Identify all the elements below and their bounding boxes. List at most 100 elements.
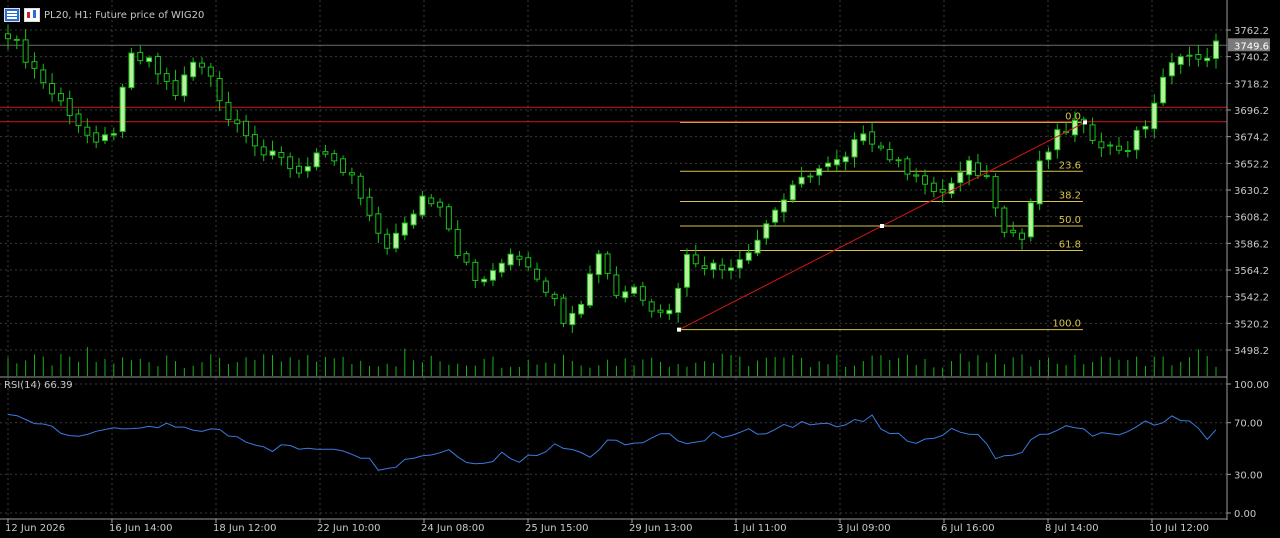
candle-bear <box>243 120 250 137</box>
candle-bear <box>534 268 541 280</box>
candle-bear <box>445 206 452 230</box>
candle-bear <box>375 213 382 234</box>
price-tick-label: 3718.2 <box>1234 79 1269 90</box>
candle-bear <box>886 149 893 161</box>
candle-bull <box>745 252 752 261</box>
candle-bull <box>586 273 593 306</box>
candle-bear <box>22 39 29 63</box>
price-tick-label: 3696.2 <box>1234 106 1269 117</box>
candle-bull <box>392 232 399 249</box>
candle-bull <box>498 262 505 273</box>
candle-bull <box>1168 62 1175 77</box>
candle-bull <box>1045 151 1052 161</box>
time-tick-label: 16 Jun 14:00 <box>109 523 173 534</box>
candle-bull <box>578 303 585 315</box>
chart-type-icon[interactable] <box>24 8 40 22</box>
candle-bear <box>472 261 479 281</box>
candle-bear <box>66 98 73 117</box>
chart-canvas[interactable]: 0.023.638.250.061.8100.0 3762.23740.2371… <box>0 0 1280 538</box>
candle-bull <box>1177 56 1184 65</box>
candle-bear <box>437 201 444 208</box>
candle-bull <box>966 160 973 176</box>
current-price-label: 3749.6 <box>1234 41 1269 52</box>
trend-anchor-handle[interactable] <box>1083 120 1087 125</box>
candle-bear <box>225 101 232 121</box>
candle-bear <box>340 158 347 173</box>
candle-bear <box>163 73 170 82</box>
rsi-tick-label: 70.00 <box>1234 419 1263 430</box>
candle-bear <box>807 175 814 178</box>
candle-bull <box>101 134 108 142</box>
chart-background <box>0 0 1280 538</box>
candle-bear <box>922 175 929 185</box>
trend-anchor-handle[interactable] <box>880 224 884 228</box>
candle-bull <box>842 156 849 163</box>
time-tick-label: 24 Jun 08:00 <box>421 523 485 534</box>
symbol-info-label: PL20, H1: Future price of WIG20 <box>44 9 205 21</box>
price-tick-label: 3586.2 <box>1234 239 1269 250</box>
candle-bear <box>719 264 726 271</box>
rsi-tick-label: 100.00 <box>1234 380 1269 391</box>
fib-level-label: 61.8 <box>1059 239 1081 250</box>
candle-bear <box>234 119 241 125</box>
price-tick-label: 3652.2 <box>1234 159 1269 170</box>
rsi-tick-label: 30.00 <box>1234 470 1263 481</box>
candle-bear <box>1098 141 1105 149</box>
candle-bear <box>295 165 302 174</box>
fib-level-label: 100.0 <box>1052 319 1081 330</box>
candle-bear <box>992 176 999 209</box>
candle-bear <box>251 134 258 147</box>
candle-bear <box>172 80 179 96</box>
candle-bear <box>604 253 611 274</box>
candle-bear <box>542 280 549 293</box>
candle-bear <box>1089 124 1096 141</box>
fib-level-label: 38.2 <box>1059 191 1081 202</box>
candle-bear <box>551 293 558 300</box>
candle-bear <box>1124 149 1131 152</box>
candle-bull <box>816 168 823 176</box>
time-tick-label: 22 Jun 10:00 <box>317 523 381 534</box>
candle-bull <box>190 61 197 78</box>
time-tick-label: 8 Jul 14:00 <box>1045 523 1099 534</box>
candle-bull <box>313 152 320 168</box>
candle-bear <box>983 175 990 178</box>
candle-bear <box>154 56 161 75</box>
candle-bear <box>463 253 470 263</box>
price-tick-label: 3520.2 <box>1234 319 1269 330</box>
candle-bull <box>780 199 787 213</box>
candle-bull <box>948 182 955 195</box>
candle-bull <box>710 262 717 271</box>
time-tick-label: 18 Jun 12:00 <box>213 523 277 534</box>
candle-bull <box>119 86 126 132</box>
candle-bear <box>357 175 364 199</box>
candle-bull <box>128 52 135 89</box>
candle-bear <box>1195 54 1202 60</box>
candle-bull <box>110 133 117 136</box>
price-tick-label: 3674.2 <box>1234 133 1269 144</box>
candle-bear <box>93 132 100 143</box>
candle-bear <box>40 69 47 84</box>
candle-bear <box>75 113 82 127</box>
candle-bull <box>675 287 682 314</box>
time-tick-label: 10 Jul 12:00 <box>1149 523 1209 534</box>
candle-bull <box>728 267 735 271</box>
candle-bull <box>683 254 690 288</box>
symbol-list-icon[interactable] <box>4 8 20 22</box>
candle-bear <box>366 196 373 216</box>
candle-bear <box>516 255 523 260</box>
candle-bear <box>198 62 205 68</box>
candle-bull <box>595 253 602 276</box>
price-tick-label: 3630.2 <box>1234 186 1269 197</box>
candle-bull <box>763 223 770 239</box>
candle-bear <box>1019 232 1026 240</box>
candle-bull <box>146 57 153 63</box>
price-tick-label: 3608.2 <box>1234 213 1269 224</box>
candle-bull <box>481 278 488 283</box>
rsi-label: RSI(14) 66.39 <box>4 380 73 391</box>
candle-bear <box>287 156 294 170</box>
price-tick-label: 3564.2 <box>1234 266 1269 277</box>
candle-bull <box>772 209 779 223</box>
candle-bear <box>49 83 56 95</box>
candle-bear <box>348 172 355 176</box>
trend-anchor-handle[interactable] <box>677 327 681 332</box>
